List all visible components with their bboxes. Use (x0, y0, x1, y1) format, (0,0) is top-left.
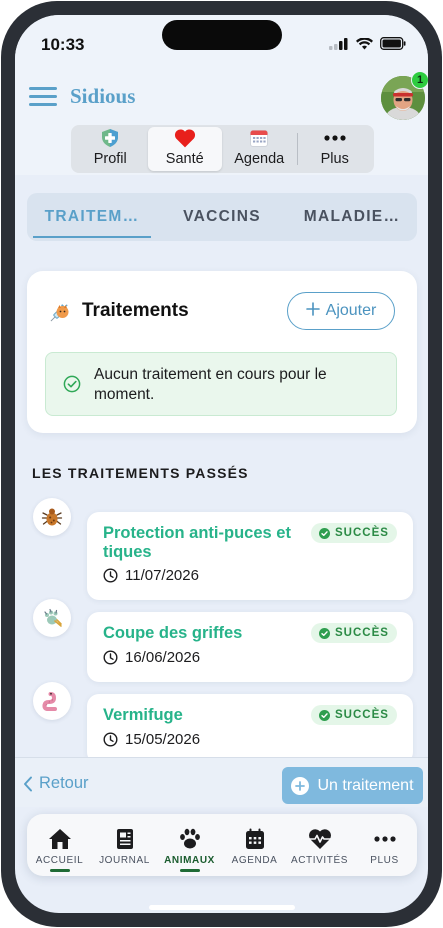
flea-icon (33, 498, 71, 536)
status-badge: SUCCÈS (311, 623, 397, 643)
primary-button-label: Un traitement (317, 776, 414, 794)
brand-title: Sidious (70, 84, 136, 108)
treatment-name: Protection anti-puces et tiques (103, 524, 291, 561)
paw-icon (178, 827, 202, 851)
treatment-date: 15/05/2026 (103, 731, 200, 748)
dynamic-island (162, 20, 282, 50)
nav-plus[interactable]: PLUS (352, 814, 417, 876)
treatment-card[interactable]: Vermifuge SUCCÈS 15/05/2026 (87, 694, 413, 764)
status-text: SUCCÈS (335, 627, 389, 639)
app-screen: 10:33 Sidious 1 Profil Santé Agenda Plus… (15, 15, 428, 913)
claw-trim-icon (33, 599, 71, 637)
calendar-icon (248, 127, 270, 149)
check-circle-icon (319, 709, 330, 721)
add-treatment-button[interactable]: Ajouter (287, 292, 395, 330)
status-icons (329, 37, 406, 50)
empty-state-alert: Aucun traitement en cours pour le moment… (45, 352, 397, 416)
card-title: Traitements (82, 300, 189, 321)
more-dots-icon (373, 827, 397, 851)
check-circle-icon (319, 527, 330, 539)
nav-label: JOURNAL (99, 855, 150, 866)
segment-label: Plus (320, 151, 349, 167)
heart-pulse-icon (308, 827, 332, 851)
nav-accueil[interactable]: ACCUEIL (27, 814, 92, 876)
add-treatment-primary-button[interactable]: Un traitement (282, 767, 423, 804)
treatment-name: Coupe des griffes (103, 624, 243, 642)
footer-actions: Retour Un traitement (15, 757, 428, 807)
nav-label: AGENDA (231, 855, 278, 866)
wifi-icon (356, 37, 373, 49)
plus-circle-icon (291, 776, 310, 795)
bottom-nav: ACCUEIL JOURNAL ANIMAUX AGENDA ACTIVITÉS… (27, 814, 417, 876)
heart-icon (174, 127, 196, 149)
clock-icon (103, 568, 118, 583)
tab-vaccins[interactable]: VACCINS (157, 193, 287, 241)
segment-label: Santé (165, 151, 204, 167)
nav-label: ANIMAUX (164, 855, 215, 866)
treatments-card: Traitements Ajouter Aucun traitement en … (27, 271, 417, 433)
more-dots-icon (324, 127, 346, 149)
back-button[interactable]: Retour (23, 774, 89, 793)
cellular-signal-icon (329, 37, 348, 50)
nav-animaux[interactable]: ANIMAUX (157, 814, 222, 876)
status-badge: SUCCÈS (311, 705, 397, 725)
clock-icon (103, 650, 118, 665)
date-text: 16/06/2026 (125, 649, 201, 666)
battery-icon (380, 37, 406, 50)
calendar-icon (243, 827, 267, 851)
section-segmented-control: Profil Santé Agenda Plus (71, 125, 374, 173)
past-treatments-heading: LES TRAITEMENTS PASSÉS (32, 465, 249, 481)
treatment-date: 16/06/2026 (103, 649, 200, 666)
tab-maladies[interactable]: MALADIE… (287, 193, 417, 241)
check-circle-icon (319, 627, 330, 639)
nav-activites[interactable]: ACTIVITÉS (287, 814, 352, 876)
nav-label: PLUS (370, 855, 399, 866)
nav-journal[interactable]: JOURNAL (92, 814, 157, 876)
segment-label: Profil (93, 151, 127, 167)
nav-label: ACCUEIL (35, 855, 84, 866)
syringe-pet-icon (45, 301, 71, 327)
date-text: 11/07/2026 (125, 567, 199, 584)
nav-agenda[interactable]: AGENDA (222, 814, 287, 876)
phone-frame: 10:33 Sidious 1 Profil Santé Agenda Plus… (1, 1, 442, 927)
segment-label: Agenda (234, 151, 285, 167)
home-icon (48, 827, 72, 851)
segment-sante[interactable]: Santé (147, 127, 222, 171)
treatment-card[interactable]: Protection anti-puces et tiques SUCCÈS 1… (87, 512, 413, 600)
segment-agenda[interactable]: Agenda (222, 127, 297, 171)
health-tabs: TRAITEM… VACCINS MALADIE… (27, 193, 417, 241)
treatment-name: Vermifuge (103, 706, 183, 724)
shield-medical-icon (99, 127, 121, 149)
add-button-label: Ajouter (325, 302, 377, 319)
journal-icon (113, 827, 137, 851)
home-indicator (149, 905, 295, 910)
clock-icon (103, 732, 118, 747)
chevron-left-icon (24, 776, 32, 791)
status-bar: 10:33 (15, 15, 428, 75)
nav-active-indicator (49, 869, 70, 872)
tab-traitements[interactable]: TRAITEM… (27, 193, 157, 241)
menu-button[interactable] (29, 87, 57, 107)
check-circle-icon (63, 375, 81, 393)
worm-icon (33, 682, 71, 720)
status-text: SUCCÈS (335, 709, 389, 721)
status-text: SUCCÈS (335, 527, 389, 539)
status-badge: SUCCÈS (311, 523, 397, 543)
segment-plus[interactable]: Plus (298, 127, 373, 171)
nav-active-indicator (179, 869, 200, 872)
treatment-card[interactable]: Coupe des griffes SUCCÈS 16/06/2026 (87, 612, 413, 682)
notification-badge: 1 (411, 71, 428, 89)
date-text: 15/05/2026 (125, 731, 201, 748)
segment-profil[interactable]: Profil (73, 127, 148, 171)
plus-icon (305, 301, 320, 321)
nav-label: ACTIVITÉS (290, 855, 349, 866)
status-time: 10:33 (41, 35, 85, 54)
empty-state-message: Aucun traitement en cours pour le moment… (94, 366, 327, 403)
back-label: Retour (39, 774, 89, 792)
treatment-date: 11/07/2026 (103, 567, 199, 584)
app-header: Sidious 1 (15, 71, 428, 125)
